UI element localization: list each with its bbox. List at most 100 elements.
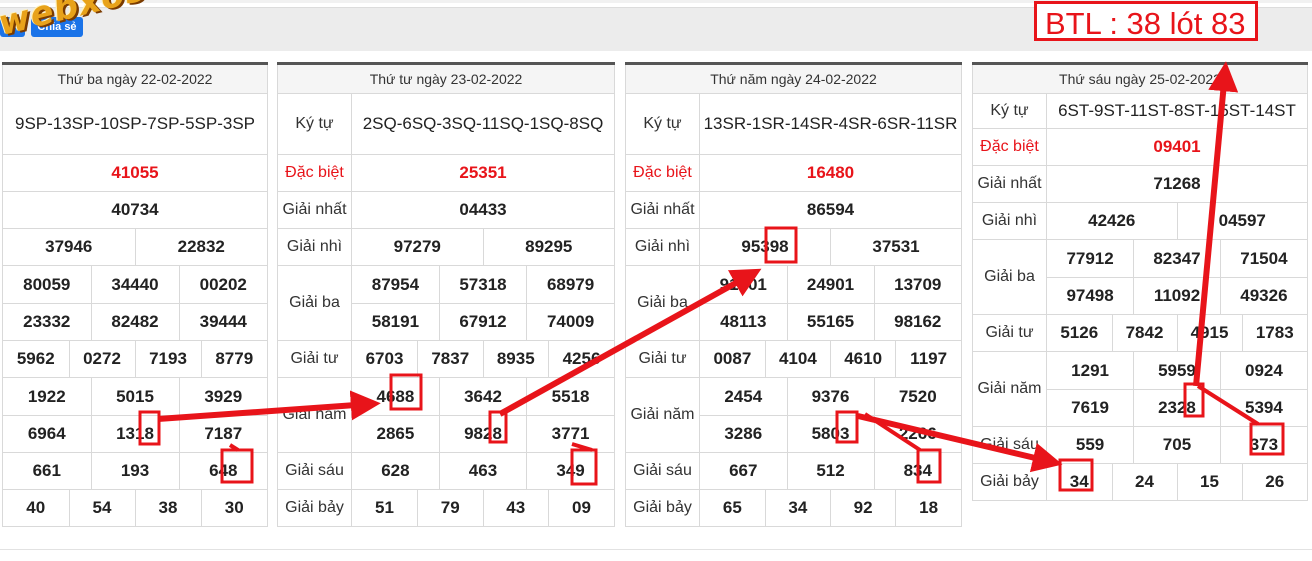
fifth-prize-number: 2266: [873, 415, 961, 452]
fourth-prize-number: 5962: [16, 349, 55, 368]
sixth-prize-number: 193: [90, 453, 179, 489]
fifth-prize-number: 7187: [178, 415, 267, 452]
third-prize-number: 67912: [438, 303, 527, 340]
label-special: Đặc biệt: [277, 154, 352, 192]
seventh-prize-number: 18: [895, 490, 961, 526]
fifth-prize-number: 1922: [27, 386, 66, 406]
third-prize-number: 55165: [786, 303, 874, 340]
seventh-prize-number: 65: [722, 498, 742, 517]
label-first: Giải nhất: [277, 191, 352, 229]
third-prize-number: 00202: [178, 266, 267, 304]
fourth-prize-number: 7193: [134, 341, 201, 377]
label-fifth: Giải năm: [277, 377, 352, 453]
second-prize-number: 97279: [393, 237, 441, 256]
label-third: Giải ba: [625, 265, 700, 341]
fifth-prize-number: 3771: [526, 415, 614, 452]
label-fourth: Giải tư: [972, 314, 1047, 352]
fifth-prize-number: 2328: [1133, 389, 1221, 426]
special-prize: 16480: [699, 154, 962, 192]
seventh-prize-number: 26: [1241, 464, 1307, 500]
seventh-prize-number: 09: [548, 490, 614, 526]
fourth-prize-number: 1783: [1241, 315, 1307, 351]
special-prize: 09401: [1046, 128, 1308, 166]
label-third: Giải ba: [972, 239, 1047, 315]
third-prize-number: 68979: [526, 266, 614, 304]
label-special: Đặc biệt: [972, 128, 1047, 166]
first-prize: 40734: [2, 191, 268, 229]
seventh-prize-number: 24: [1111, 464, 1177, 500]
fifth-prize-number: 5394: [1219, 389, 1307, 426]
fourth-prize-number: 4104: [764, 341, 831, 377]
fifth-prize-number: 2865: [352, 415, 440, 452]
table-title: Thứ sáu ngày 25-02-2022: [972, 63, 1308, 94]
fourth-prize-number: 4915: [1176, 315, 1242, 351]
fifth-prize-number: 5959: [1133, 352, 1221, 390]
special-prize: 41055: [2, 154, 268, 192]
label-second: Giải nhì: [277, 228, 352, 266]
sixth-prize-number: 559: [1075, 435, 1105, 454]
seventh-prize-number: 43: [482, 490, 549, 526]
third-prize-number: 49326: [1219, 277, 1307, 314]
sixth-prize-number: 705: [1133, 427, 1221, 463]
seventh-prize-number: 34: [1069, 472, 1089, 491]
third-prize-number: 48113: [700, 303, 787, 340]
seventh-prize-number: 30: [200, 490, 267, 526]
seventh-prize-number: 15: [1176, 464, 1242, 500]
fifth-prize-number: 3929: [178, 378, 267, 416]
fourth-prize-number: 4256: [548, 341, 614, 377]
third-prize-number: 74009: [526, 303, 614, 340]
seventh-prize-number: 34: [764, 490, 831, 526]
label-first: Giải nhất: [972, 165, 1047, 203]
fifth-prize-number: 6964: [3, 415, 91, 452]
label-sixth: Giải sáu: [625, 452, 700, 490]
fourth-prize-number: 7842: [1111, 315, 1177, 351]
label-seventh: Giải bảy: [277, 489, 352, 527]
label-kytu: Ký tự: [277, 93, 352, 155]
seventh-prize-number: 40: [26, 498, 46, 517]
code-list: 9SP-13SP-10SP-7SP-5SP-3SP: [2, 93, 268, 155]
third-prize-number: 82482: [90, 303, 179, 340]
label-second: Giải nhì: [625, 228, 700, 266]
seventh-prize-number: 54: [68, 490, 135, 526]
seventh-prize-number: 79: [417, 490, 483, 526]
label-second: Giải nhì: [972, 202, 1047, 240]
sixth-prize-number: 512: [786, 453, 874, 489]
third-prize-number: 23332: [3, 303, 91, 340]
third-prize-number: 34440: [90, 266, 179, 304]
third-prize-number: 39444: [178, 303, 267, 340]
third-prize-number: 98162: [873, 303, 961, 340]
fourth-prize-number: 5126: [1060, 323, 1099, 342]
fifth-prize-number: 4688: [376, 386, 415, 406]
second-prize-number: 37531: [830, 229, 961, 265]
third-prize-number: 71504: [1219, 240, 1307, 278]
label-fourth: Giải tư: [277, 340, 352, 378]
sixth-prize-number: 463: [438, 453, 527, 489]
label-first: Giải nhất: [625, 191, 700, 229]
fourth-prize-number: 4610: [829, 341, 896, 377]
sixth-prize-number: 834: [873, 453, 961, 489]
code-list: 2SQ-6SQ-3SQ-11SQ-1SQ-8SQ: [351, 93, 615, 155]
fifth-prize-number: 5518: [526, 378, 614, 416]
code-list: 6ST-9ST-11ST-8ST-15ST-14ST: [1046, 93, 1308, 129]
fifth-prize-number: 1291: [1071, 360, 1109, 380]
first-prize: 04433: [351, 191, 615, 229]
result-table-day-1: Thứ ba ngày 22-02-2022 9SP-13SP-10SP-7SP…: [2, 62, 268, 527]
fifth-prize-number: 7520: [873, 378, 961, 416]
result-table-day-3: Thứ năm ngày 24-02-2022 Ký tự 13SR-1SR-14…: [625, 62, 962, 527]
third-prize-number: 11092: [1133, 277, 1221, 314]
fourth-prize-number: 8779: [200, 341, 267, 377]
label-kytu: Ký tự: [972, 93, 1047, 129]
sixth-prize-number: 628: [381, 461, 410, 480]
fourth-prize-number: 1197: [895, 341, 961, 377]
sixth-prize-number: 648: [178, 453, 267, 489]
table-title: Thứ năm ngày 24-02-2022: [625, 63, 962, 94]
second-prize-number: 42426: [1088, 211, 1136, 230]
label-special: Đặc biệt: [625, 154, 700, 192]
fifth-prize-number: 3642: [438, 378, 527, 416]
seventh-prize-number: 51: [375, 498, 394, 517]
fourth-prize-number: 7837: [417, 341, 483, 377]
fifth-prize-number: 9828: [438, 415, 527, 452]
third-prize-number: 24901: [786, 266, 874, 304]
label-sixth: Giải sáu: [972, 426, 1047, 464]
third-prize-number: 77912: [1066, 248, 1114, 268]
